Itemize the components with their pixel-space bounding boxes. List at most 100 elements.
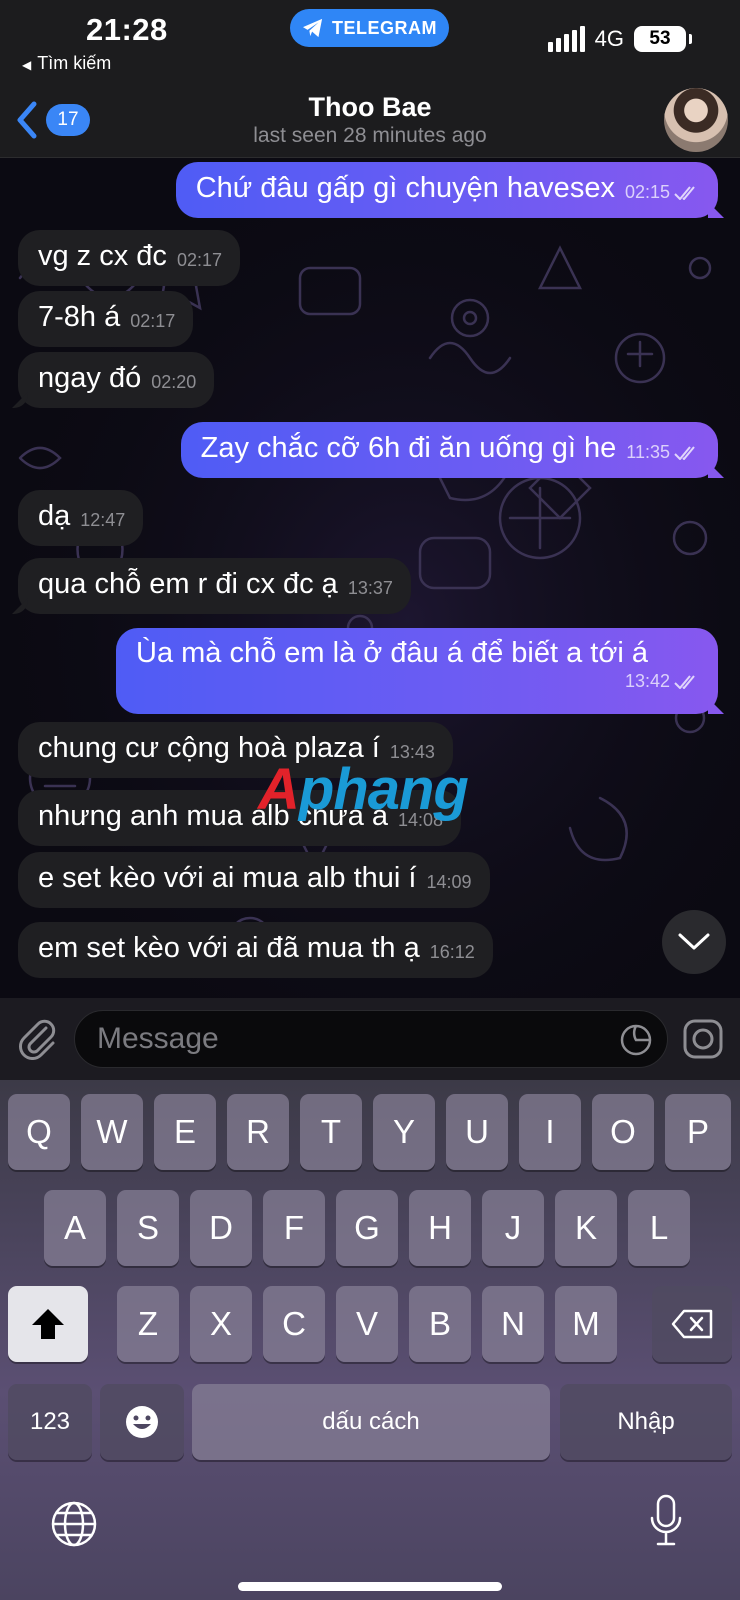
message-text: Zay chắc cỡ 6h đi ăn uống gì he [200,432,617,465]
message-time: 02:17 [130,311,176,332]
message-incoming[interactable]: em set kèo với ai đã mua th ạ 16:12 [18,922,493,978]
message-time: 11:35 [626,442,670,463]
shift-icon [32,1309,64,1339]
chat-title[interactable]: Thoo Bae [0,92,740,123]
message-text: Ùa mà chỗ em là ở đâu á để biết a tới á [136,637,648,669]
status-time: 21:28 [86,12,168,47]
backspace-icon [671,1309,713,1339]
message-outgoing[interactable]: Ùa mà chỗ em là ở đâu á để biết a tới á … [116,628,718,714]
message-meta: 13:42 [625,671,700,693]
avatar[interactable] [664,88,728,152]
status-bar: 21:28 ◀ Tìm kiếm TELEGRAM 4G 53 [0,0,740,92]
key-b[interactable]: B [409,1286,471,1362]
message-time: 16:12 [429,942,475,963]
last-seen-status: last seen 28 minutes ago [253,124,487,147]
key-o[interactable]: O [592,1094,654,1170]
sticker-icon[interactable] [619,1023,653,1057]
numbers-key[interactable]: 123 [8,1384,92,1460]
return-key[interactable]: Nhập [560,1384,732,1460]
key-j[interactable]: J [482,1190,544,1266]
key-m[interactable]: M [555,1286,617,1362]
message-time: 12:47 [80,510,126,531]
key-q[interactable]: Q [8,1094,70,1170]
emoji-key[interactable] [100,1384,184,1460]
key-l[interactable]: L [628,1190,690,1266]
key-v[interactable]: V [336,1286,398,1362]
key-u[interactable]: U [446,1094,508,1170]
chat-area[interactable]: Chứ đâu gấp gì chuyện havesex 02:15 vg z… [0,158,740,998]
key-p[interactable]: P [665,1094,731,1170]
camera-icon[interactable] [680,1016,726,1062]
message-text: em set kèo với ai đã mua th ạ [38,932,420,965]
message-time: 13:42 [624,670,670,691]
backspace-key[interactable] [652,1286,732,1362]
key-e[interactable]: E [154,1094,216,1170]
key-t[interactable]: T [300,1094,362,1170]
back-button[interactable]: 17 [12,98,90,142]
return-to-search-link[interactable]: ◀ Tìm kiếm [22,53,111,74]
app-pill[interactable]: TELEGRAM [290,9,449,47]
app-pill-label: TELEGRAM [332,17,437,38]
return-label: Tìm kiếm [37,53,112,73]
message-text: ngay đó [38,362,142,395]
message-time: 02:20 [151,372,197,393]
home-indicator[interactable] [238,1582,502,1591]
message-time: 02:15 [624,182,670,203]
message-outgoing[interactable]: Chứ đâu gấp gì chuyện havesex 02:15 [175,162,718,218]
key-s[interactable]: S [117,1190,179,1266]
key-y[interactable]: Y [373,1094,435,1170]
message-text: dạ [38,500,71,533]
key-g[interactable]: G [336,1190,398,1266]
message-meta: 02:15 [625,182,700,204]
double-check-icon [674,674,695,689]
message-time: 02:17 [176,250,222,271]
key-r[interactable]: R [227,1094,289,1170]
double-check-icon [674,186,695,201]
key-n[interactable]: N [482,1286,544,1362]
message-incoming[interactable]: ngay đó 02:20 [18,352,215,408]
message-field[interactable] [74,1010,668,1068]
message-text: 7-8h á [38,301,121,334]
space-key[interactable]: dấu cách [192,1384,550,1460]
status-indicators: 4G 53 [547,26,692,52]
key-f[interactable]: F [263,1190,325,1266]
message-incoming[interactable]: dạ 12:47 [18,490,144,546]
message-incoming[interactable]: qua chỗ em r đi cx đc ạ 13:37 [18,558,411,614]
message-input[interactable] [97,1011,597,1067]
unread-count-badge: 17 [46,104,90,136]
message-incoming[interactable]: vg z cx đc 02:17 [18,230,240,286]
message-text: e set kèo với ai mua alb thui í [38,862,417,895]
key-h[interactable]: H [409,1190,471,1266]
chat-header: Thoo Bae last seen 28 minutes ago 17 [0,88,740,158]
scroll-to-bottom-button[interactable] [662,910,726,974]
message-time: 13:37 [347,578,393,599]
message-meta: 11:35 [626,442,700,464]
shift-key[interactable] [8,1286,88,1362]
keyboard: Q W E R T Y U I O P A S D F G H J K L Z … [0,1080,740,1600]
message-time: 14:09 [426,872,472,893]
message-incoming[interactable]: e set kèo với ai mua alb thui í 14:09 [18,852,490,908]
microphone-icon[interactable] [648,1494,684,1550]
watermark-rest: phang [298,757,469,822]
network-type: 4G [594,26,624,51]
chevron-down-icon [678,933,710,950]
key-d[interactable]: D [190,1190,252,1266]
key-x[interactable]: X [190,1286,252,1362]
back-chevron-icon [17,101,37,139]
paperclip-icon[interactable] [16,1016,60,1060]
key-w[interactable]: W [81,1094,143,1170]
message-outgoing[interactable]: Zay chắc cỡ 6h đi ăn uống gì he 11:35 [180,422,718,478]
message-text: vg z cx đc [38,240,167,273]
key-z[interactable]: Z [117,1286,179,1362]
emoji-icon [126,1406,158,1438]
key-a[interactable]: A [44,1190,106,1266]
globe-icon[interactable] [50,1500,98,1548]
key-c[interactable]: C [263,1286,325,1362]
key-i[interactable]: I [519,1094,581,1170]
message-text: qua chỗ em r đi cx đc ạ [38,568,338,601]
key-k[interactable]: K [555,1190,617,1266]
battery-level: 53 [649,28,671,49]
message-input-bar [0,998,740,1080]
message-incoming[interactable]: 7-8h á 02:17 [18,291,194,347]
telegram-plane-icon [303,18,323,38]
